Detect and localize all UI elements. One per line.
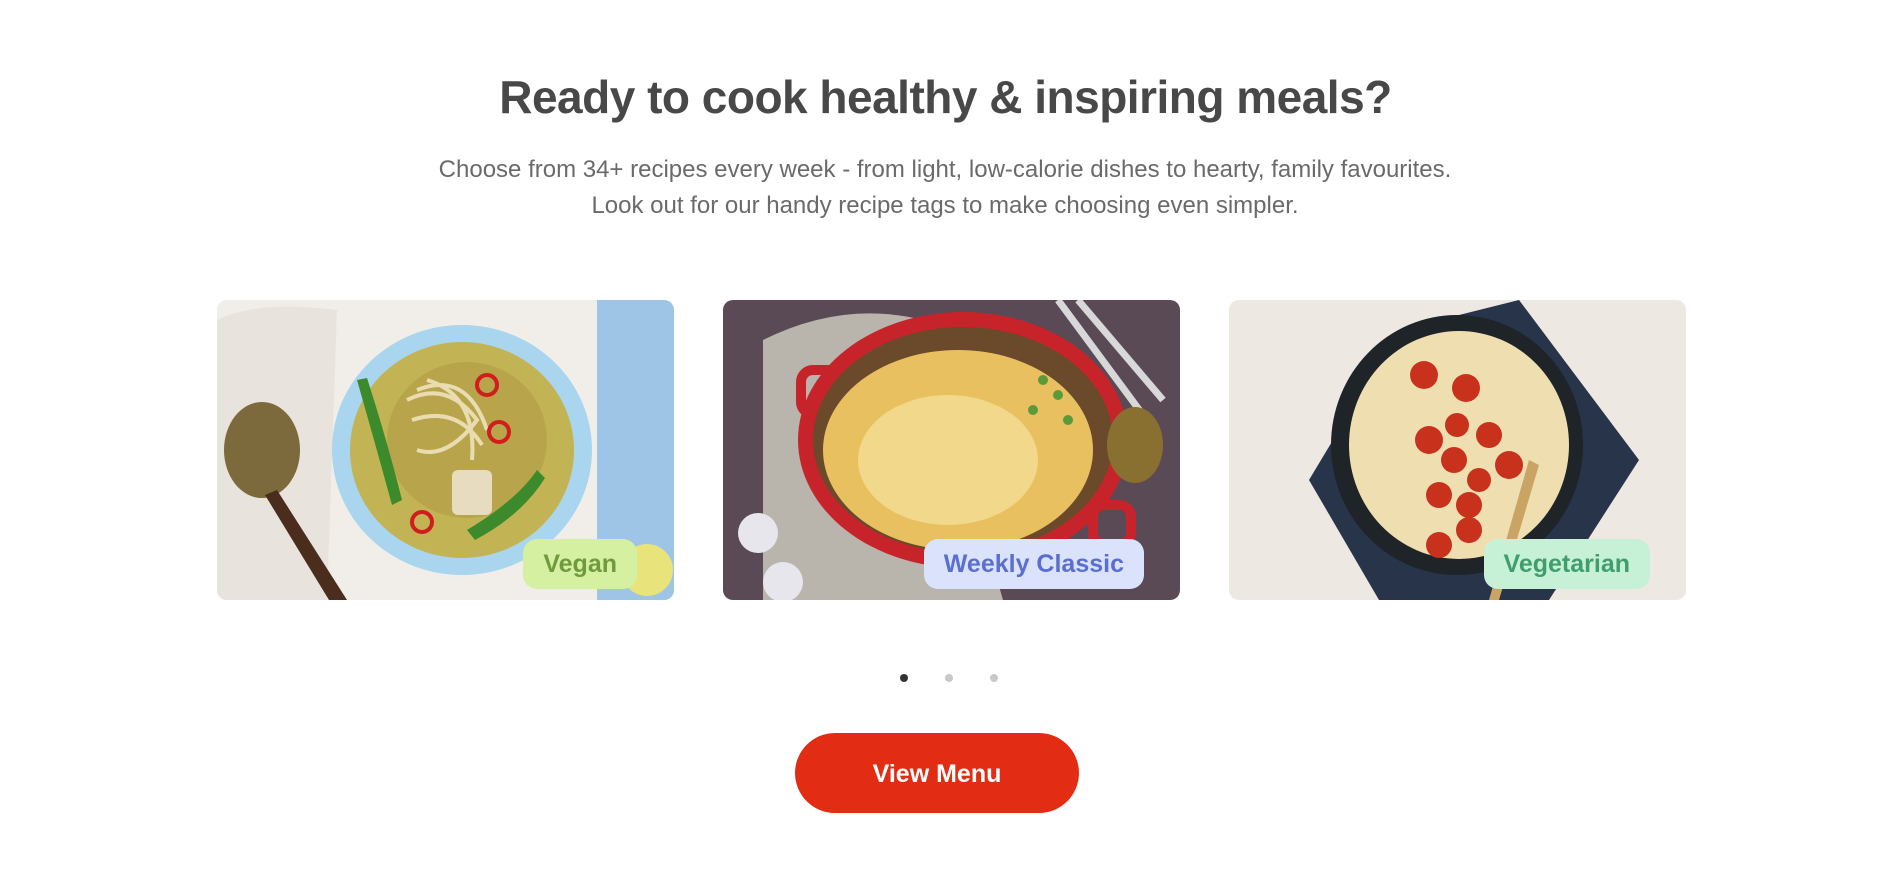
- recipes-section: Ready to cook healthy & inspiring meals?…: [0, 0, 1891, 885]
- recipe-tag-vegetarian: Vegetarian: [1483, 539, 1650, 589]
- recipe-tag-weekly-classic: Weekly Classic: [923, 539, 1144, 589]
- section-title: Ready to cook healthy & inspiring meals?: [499, 71, 1392, 123]
- recipe-card-weekly-classic[interactable]: Weekly Classic: [723, 300, 1180, 600]
- carousel-dot-2[interactable]: [945, 674, 953, 682]
- carousel-dot-3[interactable]: [990, 674, 998, 682]
- section-description: Choose from 34+ recipes every week - fro…: [438, 156, 1452, 219]
- recipe-card-vegan[interactable]: Vegan: [217, 300, 674, 600]
- recipe-tag-vegan: Vegan: [523, 539, 637, 589]
- recipe-card-vegetarian[interactable]: Vegetarian: [1229, 300, 1686, 600]
- carousel-pagination: [900, 674, 998, 682]
- recipe-carousel: Vegan Weekly Classic Vegetarian: [217, 300, 1686, 600]
- carousel-dot-1[interactable]: [900, 674, 908, 682]
- view-menu-button[interactable]: View Menu: [795, 733, 1079, 813]
